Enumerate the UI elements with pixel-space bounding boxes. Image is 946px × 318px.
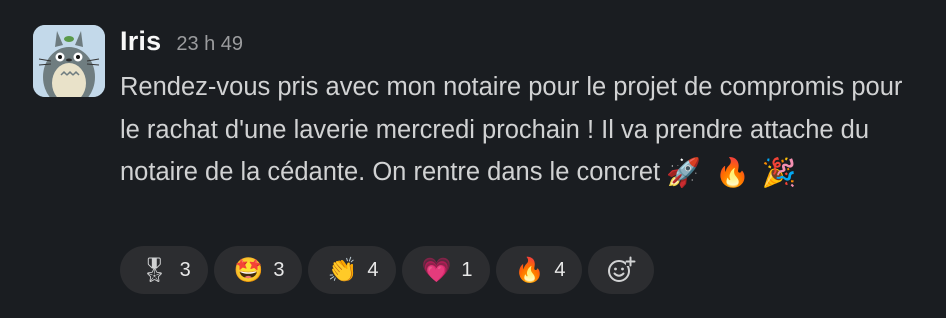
add-reaction-button[interactable]: [588, 246, 654, 294]
rocket-icon: 🚀: [666, 156, 701, 189]
clapping-hands-icon: 👏: [327, 256, 358, 284]
reaction-growing-heart[interactable]: 💗 1: [402, 246, 490, 294]
message-header: Iris 23 h 49: [120, 26, 243, 60]
fire-icon: 🔥: [714, 156, 750, 189]
reaction-count: 3: [273, 258, 285, 281]
reaction-count: 4: [367, 258, 379, 281]
fire-icon: 🔥: [514, 256, 545, 284]
growing-heart-icon: 💗: [421, 256, 452, 284]
star-struck-face-icon: 🤩: [233, 256, 264, 284]
message: Iris 23 h 49 Rendez-vous pris avec mon n…: [0, 0, 946, 318]
reaction-star-struck[interactable]: 🤩 3: [214, 246, 302, 294]
reaction-count: 4: [554, 258, 566, 281]
reaction-fire[interactable]: 🔥 4: [496, 246, 582, 294]
add-reaction-icon: [608, 256, 636, 282]
military-medal-icon: 🎖: [139, 256, 170, 284]
avatar[interactable]: [33, 25, 105, 97]
reaction-clapping-hands[interactable]: 👏 4: [308, 246, 396, 294]
reaction-count: 1: [461, 258, 473, 281]
reaction-military-medal[interactable]: 🎖 3: [120, 246, 208, 294]
totoro-avatar-icon: [33, 25, 105, 97]
reaction-count: 3: [179, 258, 191, 281]
timestamp[interactable]: 23 h 49: [176, 33, 243, 56]
party-popper-icon: 🎉: [761, 156, 797, 189]
reactions-bar: 🎖 3 🤩 3 👏 4 💗 1 🔥 4: [120, 246, 654, 294]
author-name[interactable]: Iris: [120, 26, 161, 57]
message-text: Rendez-vous pris avec mon notaire pour l…: [120, 66, 920, 195]
